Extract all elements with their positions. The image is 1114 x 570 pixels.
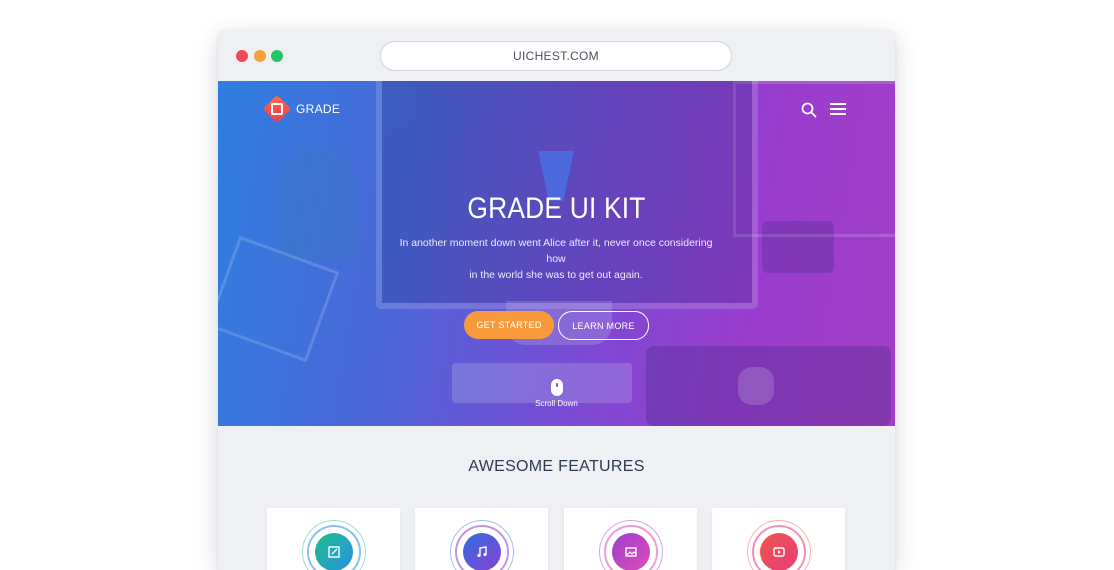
- feature-card[interactable]: [564, 508, 697, 570]
- brand-logo[interactable]: GRADE: [262, 94, 341, 124]
- feature-icon-badge: [463, 533, 501, 570]
- play-icon: [773, 547, 785, 557]
- hero-subtitle-line-2: in the world she was to get out again.: [469, 269, 643, 281]
- brand-name: GRADE: [296, 102, 341, 116]
- scroll-down-label[interactable]: Scroll Down: [218, 399, 895, 408]
- mouse-scroll-icon[interactable]: [551, 379, 563, 396]
- background-keyboard: [452, 363, 632, 403]
- hamburger-menu-icon[interactable]: [830, 103, 846, 117]
- feature-ring-inner: [307, 525, 361, 570]
- feature-ring: [302, 520, 366, 570]
- feature-card[interactable]: [267, 508, 400, 570]
- hero-subtitle: In another moment down went Alice after …: [396, 235, 716, 283]
- features-section: AWESOME FEATURES: [218, 426, 895, 570]
- feature-ring-inner: [752, 525, 806, 570]
- feature-ring: [599, 520, 663, 570]
- feature-icon-badge: [315, 533, 353, 570]
- hero-section: GRADE GRADE UI KIT In another moment dow…: [218, 81, 895, 426]
- feature-ring-inner: [604, 525, 658, 570]
- image-icon: [625, 547, 637, 557]
- music-icon: [477, 546, 487, 558]
- hero-subtitle-line-1: In another moment down went Alice after …: [399, 237, 713, 265]
- get-started-button[interactable]: GET STARTED: [464, 311, 554, 339]
- feature-ring: [450, 520, 514, 570]
- minimize-dot[interactable]: [254, 50, 266, 62]
- edit-icon: [328, 546, 340, 558]
- browser-window: UICHEST.COM GRADE GRADE UI KIT In anothe…: [218, 30, 895, 570]
- maximize-dot[interactable]: [271, 50, 283, 62]
- background-camera: [762, 221, 834, 273]
- feature-card[interactable]: [712, 508, 845, 570]
- feature-card[interactable]: [415, 508, 548, 570]
- feature-icon-badge: [760, 533, 798, 570]
- grade-logo-icon: [262, 94, 292, 124]
- feature-ring: [747, 520, 811, 570]
- feature-icon-badge: [612, 533, 650, 570]
- search-icon[interactable]: [801, 102, 817, 118]
- feature-ring-inner: [455, 525, 509, 570]
- features-title: AWESOME FEATURES: [468, 458, 645, 475]
- learn-more-button[interactable]: LEARN MORE: [558, 311, 649, 340]
- hero-title: GRADE UI KIT: [467, 192, 646, 225]
- browser-chrome: UICHEST.COM: [218, 30, 895, 81]
- address-bar-url: UICHEST.COM: [513, 49, 599, 63]
- close-dot[interactable]: [236, 50, 248, 62]
- address-bar[interactable]: UICHEST.COM: [380, 41, 732, 71]
